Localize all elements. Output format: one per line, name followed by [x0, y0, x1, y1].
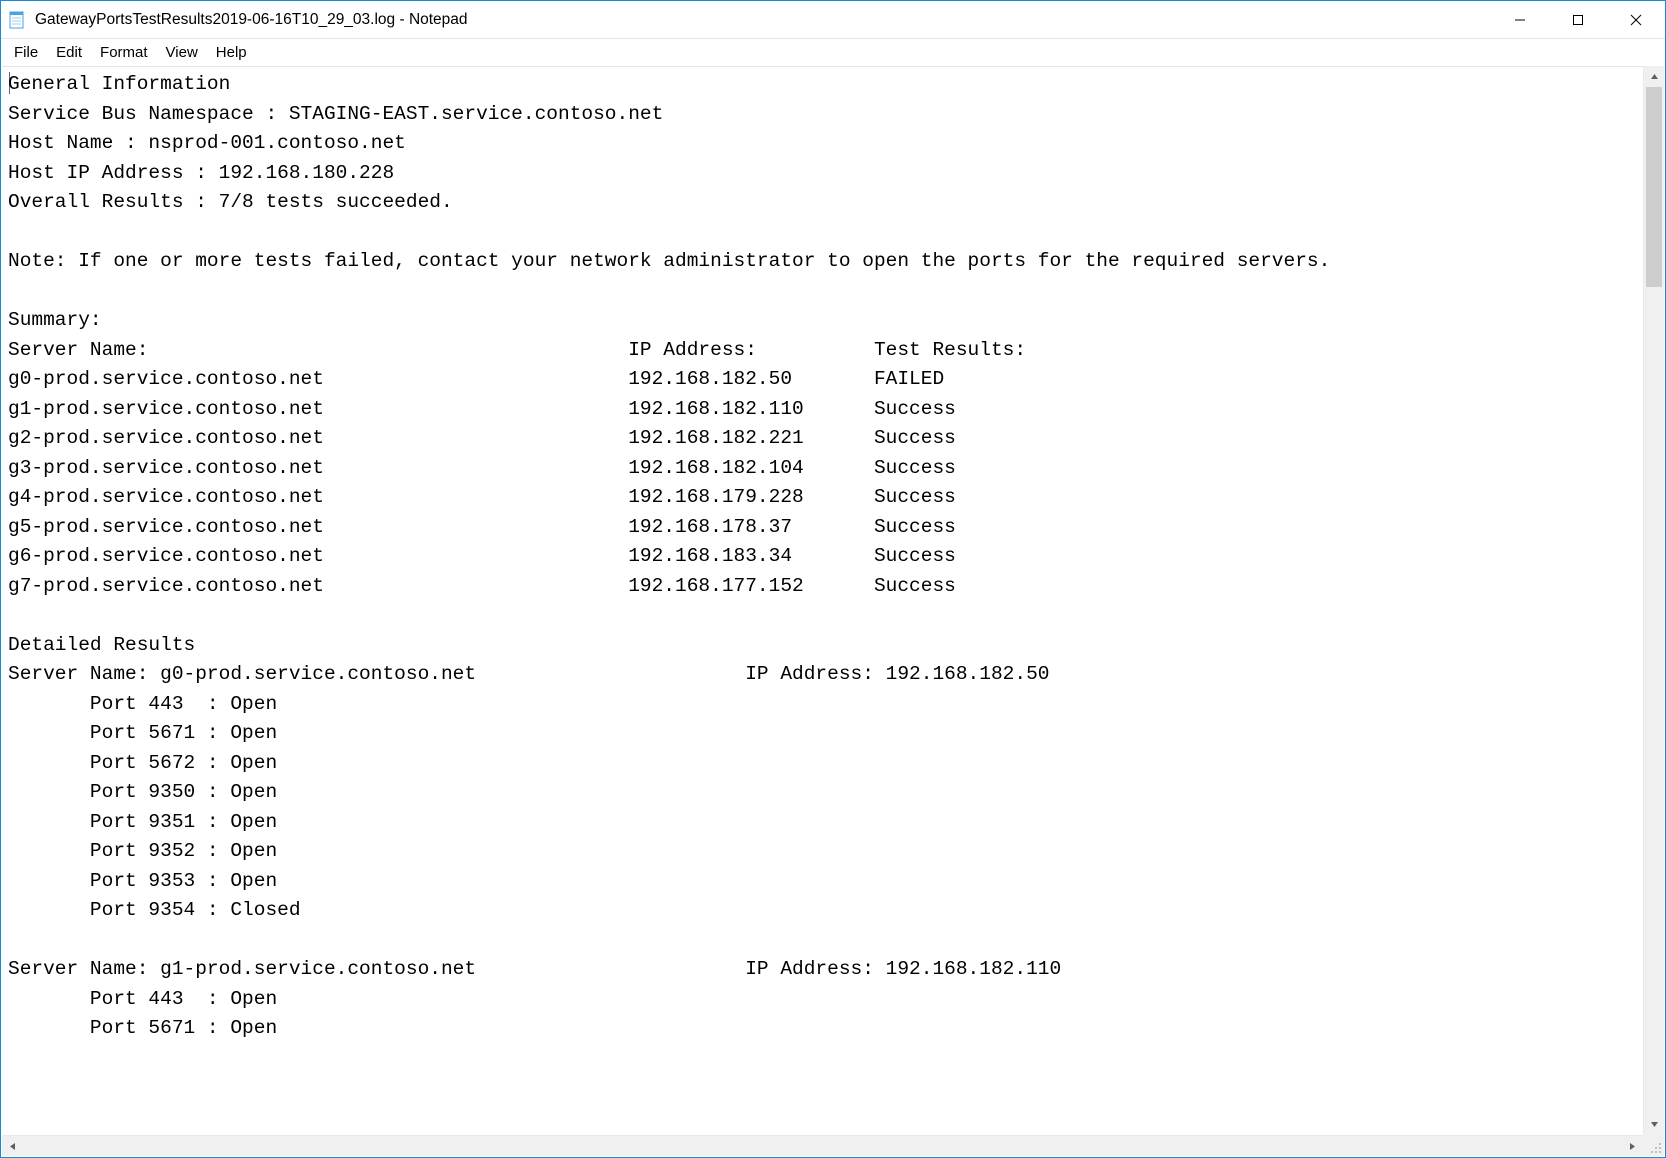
menu-format[interactable]: Format — [91, 42, 157, 63]
horizontal-scrollbar[interactable] — [2, 1135, 1643, 1156]
menu-edit[interactable]: Edit — [47, 42, 91, 63]
close-button[interactable] — [1607, 1, 1665, 38]
window-controls — [1491, 1, 1665, 38]
window-title: GatewayPortsTestResults2019-06-16T10_29_… — [35, 11, 1491, 29]
editor-content[interactable]: General Information Service Bus Namespac… — [2, 67, 1664, 1156]
editor-area[interactable]: General Information Service Bus Namespac… — [2, 66, 1664, 1156]
scroll-left-icon[interactable] — [2, 1136, 23, 1156]
scroll-down-icon[interactable] — [1644, 1114, 1664, 1135]
scroll-right-icon[interactable] — [1622, 1136, 1643, 1156]
menu-bar: File Edit Format View Help — [1, 39, 1665, 66]
menu-help[interactable]: Help — [207, 42, 256, 63]
minimize-button[interactable] — [1491, 1, 1549, 38]
scroll-up-icon[interactable] — [1644, 66, 1664, 87]
menu-file[interactable]: File — [5, 42, 47, 63]
menu-view[interactable]: View — [157, 42, 207, 63]
vertical-scroll-thumb[interactable] — [1646, 87, 1662, 287]
resize-grip[interactable] — [1643, 1135, 1664, 1156]
maximize-button[interactable] — [1549, 1, 1607, 38]
vertical-scrollbar[interactable] — [1643, 66, 1664, 1135]
notepad-icon — [7, 10, 27, 30]
title-bar: GatewayPortsTestResults2019-06-16T10_29_… — [1, 1, 1665, 39]
